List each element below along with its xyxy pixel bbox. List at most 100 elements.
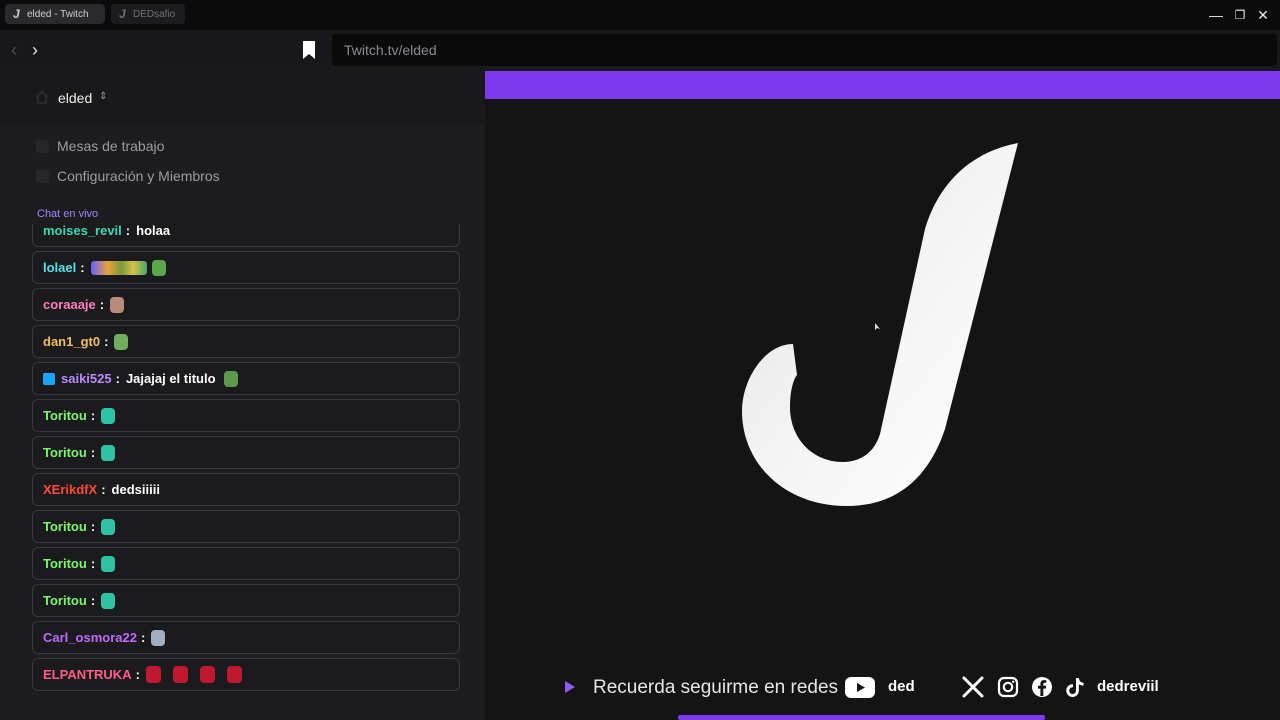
tab-title: elded - Twitch (27, 8, 89, 20)
chat-username[interactable]: coraaaje (43, 297, 96, 312)
stream-accent-bar (485, 71, 1280, 99)
live-chat-label: Chat en vivo (37, 208, 99, 220)
social-handle: dedreviil (1097, 678, 1159, 695)
chat-text: Jajajaj el titulo (125, 371, 216, 386)
stream-view[interactable]: Recuerda seguirme en redes ded dedreviil (485, 71, 1280, 720)
chat-message: coraaaje: (32, 288, 460, 321)
browser-tab[interactable]: J DEDsafio (111, 4, 185, 24)
chat-message: lolael: (32, 251, 460, 284)
browser-tab-active[interactable]: J elded - Twitch (5, 4, 105, 24)
instagram-icon (997, 676, 1019, 698)
chat-separator: : (125, 224, 131, 238)
stream-progress-bar (678, 715, 1045, 720)
chat-message: Toritou: (32, 399, 460, 432)
face-emote-icon (110, 296, 125, 313)
chat-message: XErikdfX: dedsiiiii (32, 473, 460, 506)
home-icon (35, 90, 49, 104)
prime-badge-icon (43, 372, 55, 385)
chat-message: dan1_gt0: (32, 325, 460, 358)
sidebar: elded ⇕ Mesas de trabajo Configuración y… (0, 71, 485, 720)
dino-emote-icon (101, 555, 116, 572)
chat-username[interactable]: Toritou (43, 519, 87, 534)
chevron-updown-icon: ⇕ (99, 91, 108, 102)
menu-item-configuracion[interactable]: Configuración y Miembros (36, 166, 220, 186)
menu-item-mesas[interactable]: Mesas de trabajo (36, 136, 164, 156)
chat-username[interactable]: Toritou (43, 445, 87, 460)
small-frog-emote-icon (223, 370, 238, 387)
stream-footer: Recuerda seguirme en redes ded dedreviil (485, 667, 1280, 707)
menu-item-label: Configuración y Miembros (57, 168, 220, 184)
dino-emote-icon (101, 592, 116, 609)
chat-username[interactable]: saiki525 (61, 371, 112, 386)
chat-separator: : (90, 593, 96, 608)
play-icon (565, 681, 575, 693)
chat-separator: : (104, 334, 109, 349)
minimize-button[interactable]: — (1204, 0, 1228, 30)
chat-separator: : (140, 630, 146, 645)
facebook-icon (1032, 677, 1052, 697)
chat-message: Carl_osmora22: (32, 621, 460, 654)
workspace-header[interactable]: elded ⇕ (0, 71, 485, 124)
chat-username[interactable]: Toritou (43, 593, 87, 608)
red-emote-icon (145, 666, 161, 683)
chat-separator: : (90, 445, 96, 460)
red-emote-icon (199, 666, 215, 683)
chat-username[interactable]: XErikdfX (43, 482, 97, 497)
chat-message: Toritou: (32, 584, 460, 617)
chat-message: moises_revil: holaa (32, 224, 460, 247)
chat-separator: : (90, 556, 96, 571)
dino-emote-icon (101, 518, 116, 535)
workspace-name: elded (58, 90, 93, 106)
chat-message: ELPANTRUKA: (32, 658, 460, 691)
forward-button[interactable]: › (24, 38, 46, 62)
url-bar[interactable]: Twitch.tv/elded (332, 34, 1277, 66)
chat-text: holaa (136, 224, 171, 238)
dino-emote-icon (101, 444, 116, 461)
table-icon (36, 139, 49, 153)
chat-separator: : (80, 260, 85, 275)
chat-separator: : (101, 482, 106, 497)
live-chat[interactable]: moises_revil: holaa lolael: coraaaje: dan1_g… (32, 224, 461, 720)
wide-emote-icon (90, 260, 147, 275)
chat-separator: : (115, 371, 120, 386)
chat-username[interactable]: ELPANTRUKA (43, 667, 132, 682)
chat-separator: : (90, 519, 96, 534)
chat-message: Toritou: (32, 547, 460, 580)
red-emote-icon (172, 666, 188, 683)
footer-text: Recuerda seguirme en redes (593, 677, 839, 698)
j-logo-icon: J (119, 7, 126, 21)
chat-username[interactable]: moises_revil (43, 224, 122, 238)
knife-emote-icon (151, 629, 166, 646)
restore-button[interactable]: ❐ (1228, 0, 1252, 30)
tiktok-icon (1066, 678, 1084, 697)
x-icon (962, 676, 984, 698)
youtube-icon (845, 677, 875, 698)
tab-title: DEDsafio (133, 8, 176, 20)
chat-message: saiki525: Jajajaj el titulo (32, 362, 460, 395)
dino-emote-icon (101, 407, 116, 424)
red-emote-icon (226, 666, 242, 683)
chat-username[interactable]: Toritou (43, 408, 87, 423)
chat-list: moises_revil: holaa lolael: coraaaje: dan1_g… (32, 224, 460, 695)
chat-username[interactable]: lolael (43, 260, 76, 275)
menu-item-label: Mesas de trabajo (57, 138, 165, 154)
close-button[interactable]: ✕ (1251, 0, 1275, 30)
chat-separator: : (135, 667, 140, 682)
chat-username[interactable]: Carl_osmora22 (43, 630, 137, 645)
chat-separator: : (90, 408, 96, 423)
j-logo-icon: J (13, 7, 20, 21)
chat-message: Toritou: (32, 510, 460, 543)
bookmark-icon[interactable] (302, 40, 316, 60)
settings-icon (36, 169, 49, 183)
chat-message: Toritou: (32, 436, 460, 469)
youtube-name: ded (888, 678, 915, 695)
chat-username[interactable]: Toritou (43, 556, 87, 571)
chat-username[interactable]: dan1_gt0 (43, 334, 100, 349)
frog-emote-icon (114, 333, 129, 350)
window-titlebar: J elded - Twitch J DEDsafio — ❐ ✕ (0, 0, 1280, 30)
plant-emote-icon (151, 259, 166, 276)
mouse-cursor-icon (875, 323, 880, 330)
back-button[interactable]: ‹ (3, 38, 25, 62)
chat-separator: : (99, 297, 105, 312)
chat-text: dedsiiiii (111, 482, 160, 497)
